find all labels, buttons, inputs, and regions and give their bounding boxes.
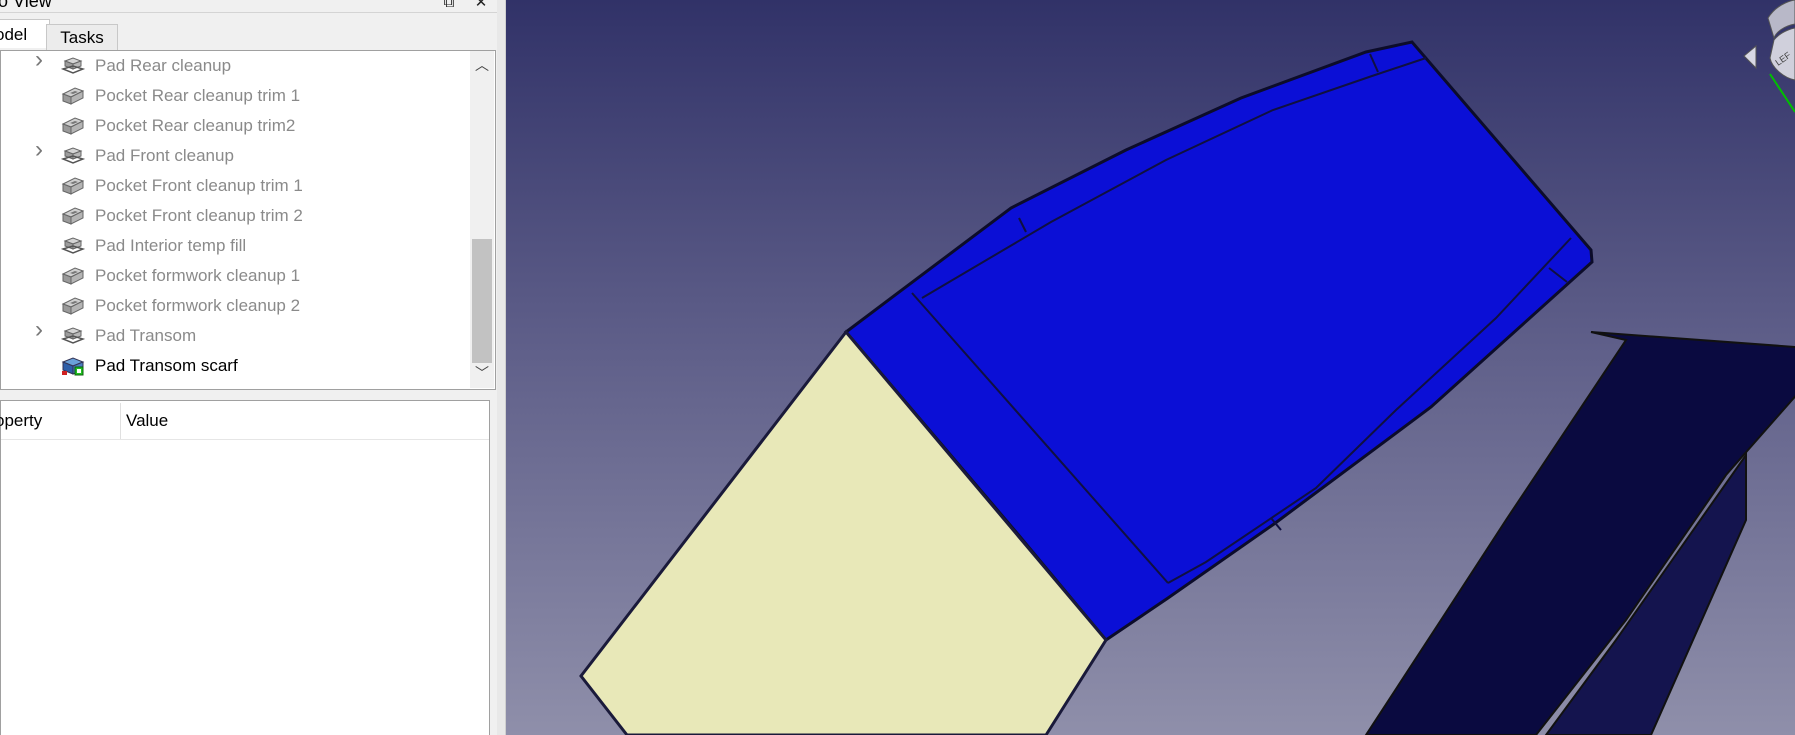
panel-title: nbo View <box>0 0 52 11</box>
chevron-right-icon[interactable]: › <box>35 138 49 162</box>
scrollbar-thumb[interactable] <box>472 239 492 363</box>
pad-active-feature-icon <box>61 357 85 376</box>
pocket-feature-icon <box>61 207 85 225</box>
tree-scrollbar[interactable]: ︿ ﹀ <box>470 51 494 388</box>
tree-item[interactable]: › Pad Rear cleanup <box>1 51 469 81</box>
pad-feature-icon <box>61 237 85 254</box>
tree-item-label: Pocket Front cleanup trim 1 <box>95 176 303 195</box>
model-tree[interactable]: › Pad Rear cleanup Pocket Rear cleanup tri… <box>0 50 496 390</box>
tree-item[interactable]: Pocket Front cleanup trim 2 <box>1 201 469 231</box>
tab-tasks[interactable]: Tasks <box>46 24 118 51</box>
combo-view-panel: nbo View ⧉ ✕ odel Tasks › Pad Rear cleanu… <box>0 0 505 735</box>
tree-item[interactable]: Pad Transom scarf <box>1 351 469 381</box>
panel-splitter[interactable] <box>497 0 506 735</box>
tree-item-label: Pad Interior temp fill <box>95 236 247 255</box>
column-divider[interactable] <box>120 403 121 439</box>
tree-item-label: Pad Rear cleanup <box>95 56 232 75</box>
tree-item-label: Pocket formwork cleanup 2 <box>95 296 301 315</box>
tree-item-label: Pocket Front cleanup trim 2 <box>95 206 303 225</box>
pocket-feature-icon <box>61 177 85 195</box>
tree-item[interactable]: Pad Interior temp fill <box>1 231 469 261</box>
tree-item[interactable]: Pocket Front cleanup trim 1 <box>1 171 469 201</box>
column-header-property[interactable]: operty <box>0 411 42 431</box>
tree-item-label: Pocket Rear cleanup trim2 <box>95 116 296 135</box>
tree-item-label: Pad Transom <box>95 326 197 345</box>
column-header-value[interactable]: Value <box>126 411 168 431</box>
tree-item[interactable]: › Pad Front cleanup <box>1 138 469 171</box>
pad-feature-icon <box>61 147 85 164</box>
3d-model-view[interactable]: LEF <box>506 0 1795 735</box>
tree-item[interactable]: Pocket Rear cleanup trim 1 <box>1 81 469 111</box>
navcube-left-arrow-icon[interactable] <box>1743 44 1757 70</box>
tree-item-label: Pad Transom scarf <box>95 356 238 375</box>
pocket-feature-icon <box>61 267 85 285</box>
tree-item-label: Pocket formwork cleanup 1 <box>95 266 301 285</box>
panel-tabs: odel Tasks <box>0 18 505 51</box>
undock-icon[interactable]: ⧉ <box>440 0 458 12</box>
chevron-right-icon[interactable]: › <box>35 318 49 342</box>
tree-item[interactable]: Pocket formwork cleanup 1 <box>1 261 469 291</box>
tree-item-label: Pad Front cleanup <box>95 146 234 165</box>
navigation-cube[interactable]: LEF <box>1743 0 1795 113</box>
pocket-feature-icon <box>61 117 85 135</box>
pocket-feature-icon <box>61 87 85 105</box>
scroll-up-icon[interactable]: ︿ <box>474 57 490 73</box>
axis-line-icon <box>1769 73 1795 113</box>
property-table-header: operty Value <box>0 401 489 440</box>
pad-feature-icon <box>61 57 85 74</box>
tree-item-label: Pocket Rear cleanup trim 1 <box>95 86 301 105</box>
property-view: operty Value <box>0 400 490 735</box>
tree-item[interactable]: Pocket Rear cleanup trim2 <box>1 111 469 141</box>
chevron-right-icon[interactable]: › <box>35 51 49 72</box>
pocket-feature-icon <box>61 297 85 315</box>
pad-feature-icon <box>61 327 85 344</box>
close-icon[interactable]: ✕ <box>472 0 490 12</box>
3d-viewport[interactable]: LEF <box>506 0 1795 735</box>
tab-model[interactable]: odel <box>0 19 50 48</box>
tree-item[interactable]: › Pad Transom <box>1 318 469 351</box>
tree-item[interactable]: Pocket formwork cleanup 2 <box>1 291 469 321</box>
panel-title-bar: nbo View ⧉ ✕ <box>0 0 505 13</box>
scroll-down-icon[interactable]: ﹀ <box>474 365 490 381</box>
